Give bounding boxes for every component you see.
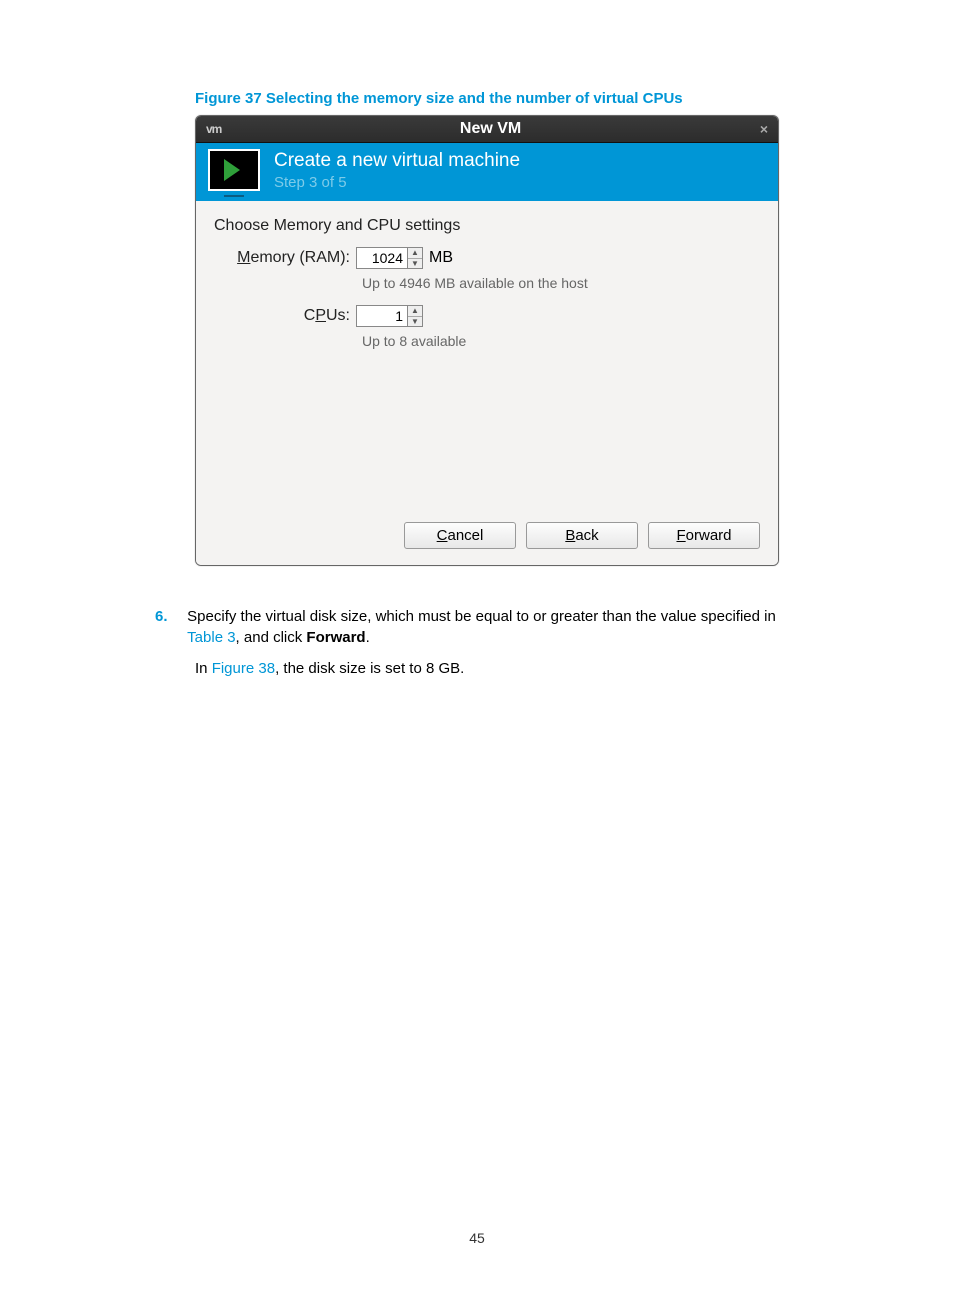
memory-spinner[interactable]: ▲ ▼ bbox=[356, 247, 423, 269]
figure-caption: Figure 37 Selecting the memory size and … bbox=[195, 90, 954, 107]
window-title: New VM bbox=[221, 120, 759, 138]
instruction-list: 6. Specify the virtual disk size, which … bbox=[155, 606, 795, 679]
vm-icon: vm bbox=[206, 122, 221, 136]
cpu-row: CPUs: ▲ ▼ bbox=[214, 305, 760, 327]
memory-hint: Up to 4946 MB available on the host bbox=[362, 275, 760, 291]
memory-row: Memory (RAM): ▲ ▼ MB bbox=[214, 247, 760, 269]
page-number: 45 bbox=[0, 1230, 954, 1246]
memory-unit: MB bbox=[429, 249, 453, 267]
step-text: Specify the virtual disk size, which mus… bbox=[187, 606, 787, 648]
close-icon[interactable]: × bbox=[760, 121, 768, 137]
wizard-title: Create a new virtual machine bbox=[274, 150, 520, 172]
cpu-label: CPUs: bbox=[214, 307, 356, 325]
cpu-spinner[interactable]: ▲ ▼ bbox=[356, 305, 423, 327]
monitor-play-icon bbox=[208, 149, 260, 191]
cpu-hint: Up to 8 available bbox=[362, 333, 760, 349]
back-button[interactable]: Back bbox=[526, 522, 638, 549]
step-subtext: In Figure 38, the disk size is set to 8 … bbox=[195, 658, 795, 679]
table-link[interactable]: Table 3 bbox=[187, 629, 235, 646]
titlebar: vm New VM × bbox=[196, 116, 778, 143]
section-title: Choose Memory and CPU settings bbox=[214, 217, 760, 235]
wizard-step: Step 3 of 5 bbox=[274, 174, 520, 191]
wizard-header: Create a new virtual machine Step 3 of 5 bbox=[196, 143, 778, 201]
new-vm-dialog: vm New VM × Create a new virtual machine… bbox=[195, 115, 779, 566]
step-number: 6. bbox=[155, 606, 183, 627]
forward-button[interactable]: Forward bbox=[648, 522, 760, 549]
memory-spin-down-icon[interactable]: ▼ bbox=[408, 259, 422, 269]
memory-label: Memory (RAM): bbox=[214, 249, 356, 267]
memory-input[interactable] bbox=[356, 247, 408, 269]
memory-spin-up-icon[interactable]: ▲ bbox=[408, 248, 422, 259]
cancel-button[interactable]: Cancel bbox=[404, 522, 516, 549]
cpu-input[interactable] bbox=[356, 305, 408, 327]
button-bar: Cancel Back Forward bbox=[404, 522, 760, 549]
cpu-spin-down-icon[interactable]: ▼ bbox=[408, 317, 422, 327]
figure-link[interactable]: Figure 38 bbox=[212, 660, 275, 677]
dialog-body: Choose Memory and CPU settings Memory (R… bbox=[196, 201, 778, 565]
cpu-spin-up-icon[interactable]: ▲ bbox=[408, 306, 422, 317]
